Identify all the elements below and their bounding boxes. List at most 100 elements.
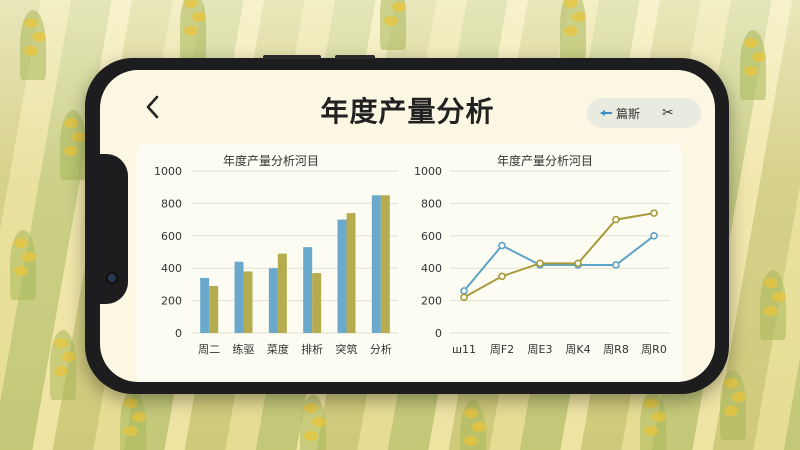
x-tick-label: 周二	[198, 343, 220, 356]
toolbar-pill: 篇斯 ✂	[587, 98, 701, 128]
phone-side-button	[263, 55, 321, 59]
crop-bloom	[24, 18, 38, 28]
data-point	[650, 209, 658, 217]
crop-bloom	[64, 146, 78, 156]
crop-bloom	[64, 118, 78, 128]
filter-label: 篇斯	[616, 106, 641, 121]
data-point	[498, 241, 506, 250]
crop-bloom	[764, 306, 778, 316]
bar	[303, 247, 313, 333]
crop-bloom	[732, 392, 746, 402]
crop-bloom	[764, 278, 778, 288]
crop-bloom	[72, 132, 86, 142]
bar	[243, 271, 253, 333]
bar-chart: 0 200 400 600 800 1000 周二 练驱 菜度 排析 突筑 分析	[154, 165, 398, 356]
y-tick-label: 400	[421, 262, 442, 275]
crop-bloom	[124, 426, 138, 436]
crop-bloom	[184, 26, 198, 36]
data-point	[612, 261, 620, 269]
line-chart-panel: 年度产量分析河目 0 200 400 600 800 1000 ш11 周F2 周E3 周K4 周R…	[408, 143, 682, 373]
bar	[337, 219, 347, 333]
crop-bloom	[772, 292, 786, 302]
crop-bloom	[472, 422, 486, 432]
y-tick-label: 600	[161, 230, 182, 243]
y-tick-label: 800	[421, 197, 442, 210]
y-tick-label: 600	[421, 230, 442, 243]
crop-bloom	[724, 406, 738, 416]
filter-button[interactable]: 篇斯	[599, 105, 640, 122]
data-point	[460, 293, 468, 302]
data-point	[574, 259, 582, 268]
crop-bloom	[744, 38, 758, 48]
data-point	[612, 215, 620, 224]
camera-notch	[100, 154, 128, 304]
crop-bloom	[572, 12, 586, 22]
crop-bloom	[652, 412, 666, 422]
bar-chart-panel: 年度产量分析河目 0 200 400 600 800 1000 周二 练驱 菜度 排析 突筑 分析	[136, 143, 406, 373]
x-tick-label: 练驱	[233, 342, 255, 356]
bar	[200, 277, 210, 333]
crop-bloom	[24, 46, 38, 56]
x-tick-label: 周E3	[528, 343, 553, 356]
crop-bloom	[724, 378, 738, 388]
crop-bloom	[304, 431, 318, 441]
y-tick-label: 0	[435, 327, 442, 340]
crop-bloom	[384, 16, 398, 26]
crop-bloom	[54, 338, 68, 348]
filter-icon	[600, 110, 612, 116]
charts-card: 年度产量分析河目 0 200 400 600 800 1000 周二 练驱 菜度 排析 突筑 分析 年…	[136, 143, 682, 382]
data-point	[460, 287, 468, 295]
phone-frame: 年度产量分析 篇斯 ✂ 年度产量分析河目 0 200 400 600 800 1000 周二…	[85, 55, 729, 394]
crop-bloom	[312, 417, 326, 427]
crop-bloom	[464, 408, 478, 418]
x-tick-label: 突筑	[336, 342, 358, 356]
bar	[234, 261, 244, 333]
crop-bloom	[644, 426, 658, 436]
line-chart: 0 200 400 600 800 1000 ш11 周F2 周E3 周K4 周R8 周R0	[414, 165, 670, 356]
bar	[371, 195, 381, 333]
crop-bloom	[14, 266, 28, 276]
crop-bloom	[32, 32, 46, 42]
data-point	[498, 272, 506, 281]
y-tick-label: 200	[161, 295, 182, 308]
y-tick-label: 1000	[414, 165, 442, 178]
crop-bloom	[304, 403, 318, 413]
bar	[312, 273, 322, 333]
crop-bloom	[392, 2, 406, 12]
x-tick-label: 分析	[370, 342, 392, 356]
crop-bloom	[464, 436, 478, 446]
share-button[interactable]: ✂	[662, 105, 674, 121]
data-point	[650, 232, 658, 240]
x-tick-label: 菜度	[267, 342, 289, 356]
crop-bloom	[14, 238, 28, 248]
x-tick-label: 排析	[301, 342, 323, 356]
y-tick-label: 1000	[154, 165, 182, 178]
data-point	[536, 259, 544, 268]
y-tick-label: 200	[421, 295, 442, 308]
x-tick-label: 周R8	[603, 343, 629, 356]
y-tick-label: 800	[161, 197, 182, 210]
crop-bloom	[644, 398, 658, 408]
bar	[209, 286, 219, 333]
bar	[277, 253, 287, 333]
x-tick-label: 周K4	[565, 343, 590, 356]
app-screen: 年度产量分析 篇斯 ✂ 年度产量分析河目 0 200 400 600 800 1000 周二…	[100, 70, 715, 382]
crop-bloom	[54, 366, 68, 376]
phone-side-button	[335, 55, 375, 59]
bar	[268, 268, 278, 333]
y-tick-label: 400	[161, 262, 182, 275]
camera-icon	[108, 274, 116, 282]
crop-bloom	[744, 66, 758, 76]
crop-bloom	[22, 252, 36, 262]
crop-bloom	[62, 352, 76, 362]
y-tick-label: 0	[175, 327, 182, 340]
bar	[346, 213, 356, 333]
crop-bloom	[132, 412, 146, 422]
x-tick-label: 周R0	[641, 343, 667, 356]
crop-bloom	[124, 398, 138, 408]
crop-bloom	[192, 12, 206, 22]
x-tick-label: ш11	[452, 343, 476, 356]
crop-bloom	[752, 52, 766, 62]
series-line	[463, 212, 655, 299]
scissors-icon: ✂	[662, 105, 674, 121]
